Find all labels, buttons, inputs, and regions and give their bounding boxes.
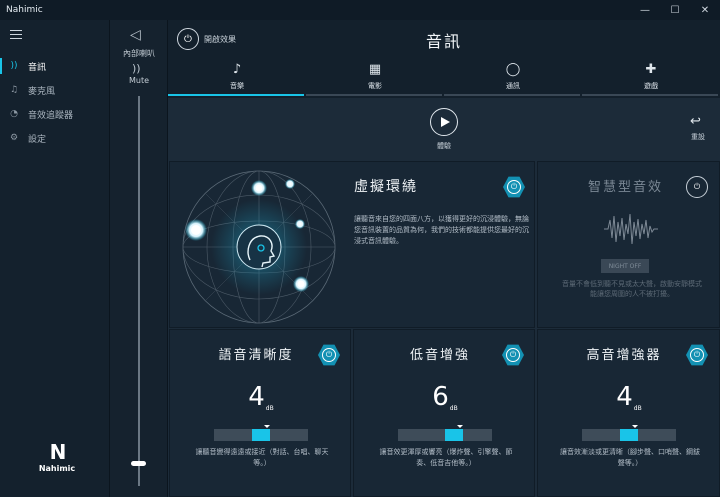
value-number: 4 (616, 382, 633, 412)
sidebar-item-settings[interactable]: ⚙ 設定 (0, 126, 110, 150)
virtual-surround-panel: 虛擬環繞 ⏻ 讓聽音來自您的四面八方，以獲得更好的沉浸體驗，無論您音訊裝置的品質… (169, 161, 535, 328)
sidebar-item-microphone[interactable]: ♫ 麥克風 (0, 78, 110, 102)
sidebar-item-audio[interactable]: )) 音訊 (0, 54, 110, 78)
hamburger-menu-icon[interactable] (10, 30, 22, 39)
tab-movie[interactable]: ▦ 電影 (306, 60, 444, 98)
microphone-icon: ♫ (9, 85, 19, 95)
surround-sphere-illustration (182, 170, 336, 324)
maximize-button[interactable]: ☐ (660, 0, 690, 20)
tab-label: 遊戲 (644, 82, 658, 90)
bass-boost-value: 6dB (354, 382, 536, 412)
power-icon: ⏻ (322, 348, 336, 362)
voice-clarity-slider[interactable] (214, 425, 308, 441)
chat-bubble-icon: ◯ (505, 62, 521, 77)
smart-volume-description: 音量不會低到聽不見或太大聲，啟動安靜模式能讓您周圍的人不被打擾。 (562, 280, 702, 298)
smart-volume-title: 智慧型音效 (588, 180, 664, 195)
value-unit: dB (449, 405, 458, 412)
virtual-surround-title: 虛擬環繞 (354, 179, 418, 195)
tab-label: 電影 (368, 82, 382, 90)
bass-boost-description: 讓音效更渾厚或響亮（爆炸聲、引擎聲、節奏、低音吉他等。） (379, 448, 513, 467)
value-unit: dB (633, 405, 642, 412)
profile-tabs: ♪ 音樂 ▦ 電影 ◯ 通訊 ✚ 遊戲 (168, 60, 720, 98)
slider-fill (252, 429, 270, 441)
smart-volume-power-button[interactable]: ⏻ (686, 176, 708, 198)
slider-fill (620, 429, 638, 441)
waveform-icon (604, 213, 658, 245)
nahimic-logo: N Nahimic (37, 442, 77, 473)
bass-boost-panel: 低音增強 ⏻ 6dB 讓音效更渾厚或響亮（爆炸聲、引擎聲、節奏、低音吉他等。） (353, 329, 535, 497)
speaker-icon[interactable]: ◁ (130, 27, 141, 43)
gear-icon: ⚙ (9, 133, 19, 143)
title-bar: Nahimic — ☐ ✕ (0, 0, 720, 20)
volume-slider-thumb[interactable] (131, 460, 146, 466)
sidebar-item-label: 音效追蹤器 (28, 110, 74, 121)
sidebar: )) 音訊 ♫ 麥克風 ◔ 音效追蹤器 ⚙ 設定 N Nahimic (0, 20, 110, 497)
playback-bar: 體驗 ↩ 重設 (168, 98, 720, 160)
power-icon: ⏻ (693, 182, 701, 191)
minimize-button[interactable]: — (630, 0, 660, 20)
voice-clarity-description: 讓聽音變得遠遠或接近（對話、台唱、聊天等。） (195, 448, 329, 467)
app-title: Nahimic (6, 5, 43, 15)
sidebar-item-sound-tracker[interactable]: ◔ 音效追蹤器 (0, 102, 110, 126)
nahimic-logo-icon: N (49, 440, 67, 464)
tab-communication[interactable]: ◯ 通訊 (444, 60, 582, 98)
sidebar-item-label: 設定 (28, 134, 47, 145)
device-label: 內部喇叭 (123, 49, 155, 58)
audio-wave-icon: )) (10, 61, 18, 71)
music-note-icon: ♪ (232, 62, 242, 77)
power-icon: ⏻ (690, 348, 704, 362)
close-button[interactable]: ✕ (690, 0, 720, 20)
tab-gaming[interactable]: ✚ 遊戲 (582, 60, 720, 98)
value-number: 6 (432, 382, 449, 412)
slider-marker (457, 425, 464, 428)
slider-marker (264, 425, 270, 428)
tab-label: 音樂 (230, 82, 244, 90)
virtual-surround-power-button[interactable]: ⏻ (503, 176, 525, 198)
reset-label: 重設 (691, 133, 705, 141)
tab-label: 通訊 (506, 82, 520, 90)
power-icon: ⏻ (507, 180, 521, 194)
reset-icon[interactable]: ↩ (690, 114, 701, 129)
slider-marker (632, 425, 638, 428)
power-icon: ⏻ (506, 348, 520, 362)
sidebar-nav: )) 音訊 ♫ 麥克風 ◔ 音效追蹤器 ⚙ 設定 (0, 54, 110, 150)
gamepad-icon: ✚ (645, 62, 657, 77)
main-content: ⏻ 開啟效果 音訊 ♪ 音樂 ▦ 電影 ◯ 通訊 ✚ 遊戲 體驗 ↩ 重設 虛擬… (168, 20, 720, 497)
bass-boost-slider[interactable] (398, 425, 492, 441)
treble-booster-slider[interactable] (582, 425, 676, 441)
header: ⏻ 開啟效果 音訊 ♪ 音樂 ▦ 電影 ◯ 通訊 ✚ 遊戲 (168, 20, 720, 98)
voice-clarity-value: 4dB (170, 382, 352, 412)
value-unit: dB (265, 405, 274, 412)
sidebar-item-label: 麥克風 (28, 86, 56, 97)
mute-label: Mute (128, 76, 150, 85)
volume-slider-track[interactable] (138, 96, 140, 486)
mute-icon[interactable]: )) (132, 62, 141, 75)
virtual-surround-description: 讓聽音來自您的四面八方，以獲得更好的沉浸體驗，無論您音訊裝置的品質為何，我們的技… (354, 215, 529, 245)
sound-tracker-icon: ◔ (10, 109, 18, 119)
play-label: 體驗 (437, 142, 451, 150)
voice-clarity-panel: 語音清晰度 ⏻ 4dB 讓聽音變得遠遠或接近（對話、台唱、聊天等。） (169, 329, 351, 497)
play-button[interactable] (430, 108, 458, 136)
treble-booster-value: 4dB (538, 382, 720, 412)
night-mode-toggle[interactable]: NIGHT OFF (601, 259, 649, 273)
logo-text: Nahimic (38, 464, 76, 473)
value-number: 4 (248, 382, 265, 412)
volume-column: ◁ 內部喇叭 )) Mute (110, 20, 168, 497)
page-title: 音訊 (425, 32, 462, 51)
slider-fill (445, 429, 464, 441)
sidebar-item-label: 音訊 (28, 62, 47, 73)
treble-booster-description: 讓音效漸淡或更清晰（腳步聲、口哨聲、鋼鈸聲等。） (560, 448, 700, 467)
treble-booster-panel: 高音增強器 ⏻ 4dB 讓音效漸淡或更清晰（腳步聲、口哨聲、鋼鈸聲等。） (537, 329, 720, 497)
smart-volume-panel: 智慧型音效 ⏻ NIGHT OFF 音量不會低到聽不見或太大聲，啟動安靜模式能讓… (537, 161, 720, 328)
tab-music[interactable]: ♪ 音樂 (168, 60, 306, 98)
film-clapper-icon: ▦ (368, 62, 382, 77)
